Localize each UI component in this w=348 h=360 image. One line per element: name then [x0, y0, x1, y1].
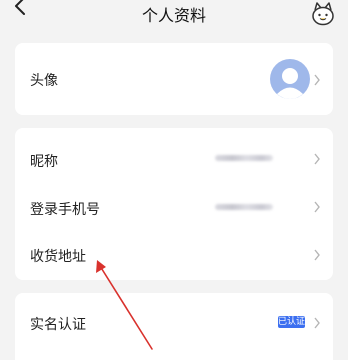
nickname-row[interactable]: 昵称: [15, 128, 333, 184]
address-label: 收货地址: [30, 249, 86, 265]
chevron-right-icon: [314, 317, 320, 329]
avatar-card: 头像: [15, 43, 333, 115]
avatar-label: 头像: [30, 73, 58, 89]
verified-badge: 已认证: [278, 316, 306, 328]
chevron-right-icon: [314, 249, 320, 261]
nickname-label: 昵称: [30, 154, 58, 170]
verify-label: 实名认证: [30, 317, 86, 333]
verify-card: 实名认证 已认证: [15, 293, 333, 360]
verify-row[interactable]: 实名认证 已认证: [15, 293, 333, 353]
phone-label: 登录手机号: [30, 202, 100, 218]
chevron-right-icon: [314, 201, 320, 213]
chevron-right-icon: [314, 74, 320, 86]
phone-value: [215, 204, 273, 210]
address-row[interactable]: 收货地址: [15, 232, 333, 280]
info-card: 昵称 登录手机号 收货地址: [15, 128, 333, 280]
avatar[interactable]: [270, 59, 310, 99]
header-bar: 个人资料: [0, 0, 348, 28]
mascot-icon[interactable]: [310, 1, 336, 27]
chevron-right-icon: [314, 153, 320, 165]
page-title: 个人资料: [141, 6, 206, 25]
avatar-row[interactable]: 头像: [15, 43, 333, 115]
nickname-value: [215, 155, 273, 161]
phone-row[interactable]: 登录手机号: [15, 184, 333, 232]
